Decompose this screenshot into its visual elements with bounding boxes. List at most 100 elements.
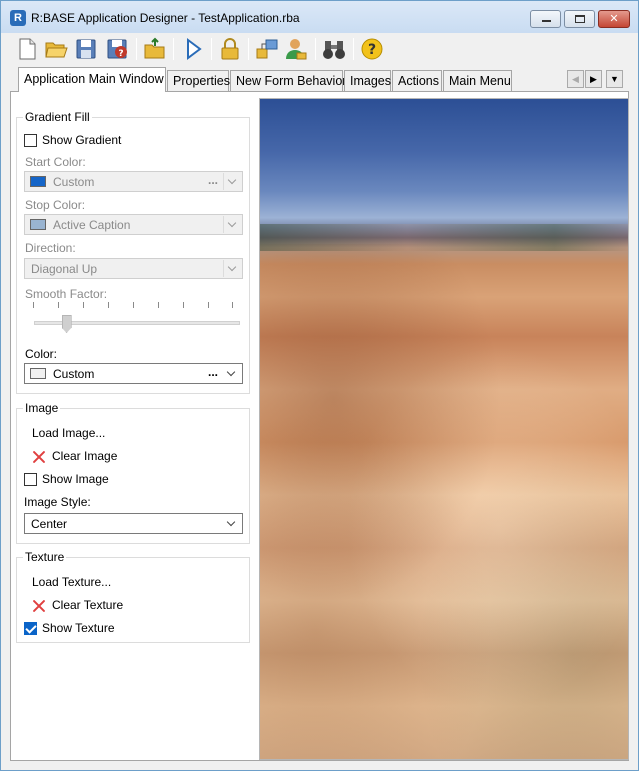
chevron-down-icon[interactable] [223, 515, 241, 532]
tab-properties[interactable]: Properties [167, 70, 230, 91]
start-color-label: Start Color: [25, 155, 86, 169]
show-texture-label[interactable]: Show Texture [42, 621, 115, 635]
new-file-icon [19, 38, 36, 60]
toolbar-separator [136, 38, 137, 60]
start-color-select[interactable]: Custom ... [24, 171, 243, 192]
gradient-fill-title: Gradient Fill [23, 110, 92, 124]
start-color-swatch [30, 176, 46, 187]
background-preview-image [259, 98, 629, 760]
stop-color-select[interactable]: Active Caption [24, 214, 243, 235]
tab-main-menu[interactable]: Main Menu [443, 70, 512, 91]
open-button[interactable] [43, 36, 69, 62]
direction-label: Direction: [25, 241, 76, 255]
chevron-down-icon: ▼ [610, 74, 619, 84]
help-button[interactable]: ? [359, 36, 385, 62]
open-folder-icon [45, 42, 68, 58]
direction-value: Diagonal Up [31, 262, 98, 276]
lock-icon [221, 38, 239, 60]
image-style-value: Center [31, 517, 68, 531]
tab-strip: Application Main Window Properties New F… [1, 67, 638, 92]
run-icon [187, 38, 202, 60]
load-texture-button[interactable]: Load Texture... [32, 575, 111, 589]
chevron-down-icon[interactable] [223, 260, 241, 277]
show-gradient-checkbox[interactable] [24, 134, 37, 147]
toolbar-separator [211, 38, 212, 60]
smooth-factor-ticks [33, 302, 237, 309]
gradient-fill-group: Gradient Fill Show Gradient Start Color:… [16, 110, 250, 394]
properties-panel: Gradient Fill Show Gradient Start Color:… [11, 92, 255, 760]
color-ellipsis-button[interactable]: ... [208, 365, 218, 379]
tab-application-main-window[interactable]: Application Main Window [18, 67, 166, 92]
chevron-down-icon[interactable] [223, 216, 241, 233]
minimize-icon [542, 20, 551, 22]
stop-color-label: Stop Color: [25, 198, 86, 212]
save-icon [76, 39, 96, 59]
open-project-button[interactable] [142, 36, 168, 62]
toolbar-separator [248, 38, 249, 60]
show-texture-checkbox[interactable] [24, 622, 37, 635]
load-image-button[interactable]: Load Image... [32, 426, 105, 440]
clear-icon [31, 598, 47, 614]
lock-button[interactable] [217, 36, 243, 62]
start-color-value: Custom [53, 175, 95, 189]
image-title: Image [23, 401, 61, 415]
chevron-right-icon: ▶ [590, 74, 597, 84]
binoculars-icon [323, 41, 345, 59]
clear-texture-button[interactable]: Clear Texture [52, 598, 123, 612]
find-button[interactable] [321, 36, 347, 62]
stop-color-value: Active Caption [53, 218, 131, 232]
color-value: Custom [53, 367, 95, 381]
window-title: R:BASE Application Designer - TestApplic… [31, 11, 300, 25]
color-select[interactable]: Custom ... [24, 363, 243, 384]
toolbar-separator [353, 38, 354, 60]
save-button[interactable] [73, 36, 99, 62]
start-color-ellipsis-button[interactable]: ... [208, 173, 218, 187]
user-button[interactable] [283, 36, 309, 62]
tab-actions[interactable]: Actions [392, 70, 442, 91]
run-button[interactable] [180, 36, 206, 62]
texture-group: Texture Load Texture... Clear Texture Sh… [16, 550, 250, 643]
tab-content-panel: Gradient Fill Show Gradient Start Color:… [10, 91, 629, 761]
tab-scroll-right-button[interactable]: ▶ [585, 70, 602, 88]
chevron-down-icon[interactable] [223, 173, 241, 190]
stop-color-swatch [30, 219, 46, 230]
organize-button[interactable] [254, 36, 280, 62]
chevron-left-icon: ◀ [572, 74, 579, 84]
show-image-label[interactable]: Show Image [42, 472, 109, 486]
open-project-icon [144, 37, 165, 59]
smooth-factor-slider-thumb[interactable] [61, 315, 72, 333]
save-as-icon: ? [107, 39, 127, 59]
show-image-checkbox[interactable] [24, 473, 37, 486]
toolbar: ? ? [1, 33, 638, 65]
tab-images[interactable]: Images [344, 70, 391, 91]
color-swatch [30, 368, 46, 379]
toolbar-separator [173, 38, 174, 60]
close-button[interactable]: ✕ [598, 10, 630, 28]
app-logo-icon: R [10, 10, 26, 26]
minimize-button[interactable] [530, 10, 561, 28]
tab-list-dropdown-button[interactable]: ▼ [606, 70, 623, 88]
image-style-select[interactable]: Center [24, 513, 243, 534]
save-as-button[interactable]: ? [104, 36, 130, 62]
help-icon: ? [361, 38, 383, 60]
chevron-down-icon[interactable] [223, 365, 241, 382]
user-icon [286, 39, 307, 60]
clear-icon [31, 449, 47, 465]
tab-new-form-behavior[interactable]: New Form Behavior [230, 70, 346, 91]
smooth-factor-label: Smooth Factor: [25, 287, 108, 301]
direction-select[interactable]: Diagonal Up [24, 258, 243, 279]
clear-image-button[interactable]: Clear Image [52, 449, 117, 463]
svg-text:?: ? [368, 42, 376, 58]
image-group: Image Load Image... Clear Image Show Ima… [16, 401, 250, 544]
new-file-button[interactable] [14, 36, 40, 62]
toolbar-separator [315, 38, 316, 60]
color-label: Color: [25, 347, 58, 361]
show-gradient-label[interactable]: Show Gradient [42, 133, 121, 147]
close-icon: ✕ [609, 13, 619, 25]
tab-scroll-left-button[interactable]: ◀ [567, 70, 584, 88]
organize-icon [256, 39, 278, 59]
image-style-label: Image Style: [24, 495, 91, 509]
app-window: R R:BASE Application Designer - TestAppl… [0, 0, 639, 771]
maximize-button[interactable] [564, 10, 595, 28]
title-bar[interactable]: R R:BASE Application Designer - TestAppl… [1, 1, 638, 33]
